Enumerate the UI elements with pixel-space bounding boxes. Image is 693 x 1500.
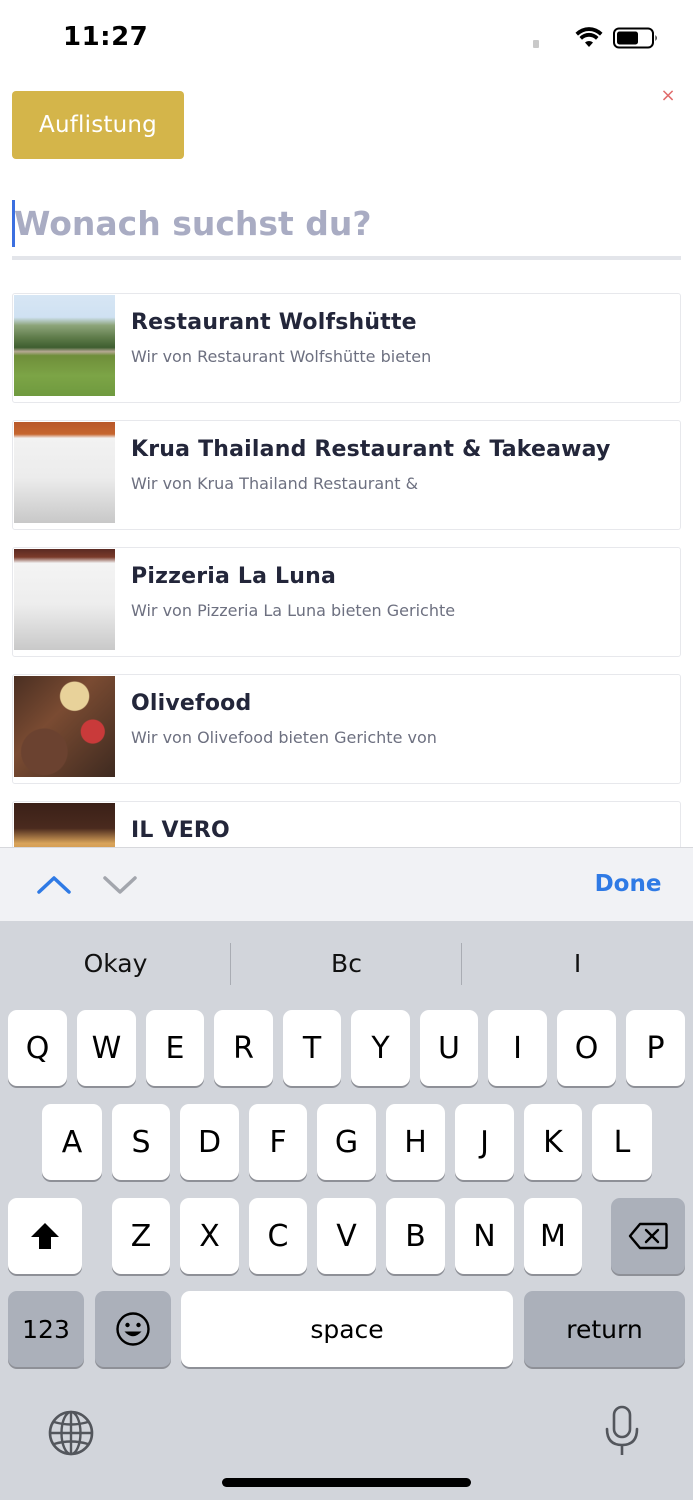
shift-icon — [31, 1223, 59, 1249]
listing-card-pizzeria-la-luna[interactable]: Pizzeria La Luna Wir von Pizzeria La Lun… — [12, 547, 681, 657]
emoji-icon — [116, 1312, 150, 1346]
key-g[interactable]: G — [317, 1104, 376, 1180]
key-y[interactable]: Y — [351, 1010, 410, 1086]
listing-description: Wir von Restaurant Wolfshütte bieten — [131, 347, 432, 366]
listing-card-krua-thailand[interactable]: Krua Thailand Restaurant & Takeaway Wir … — [12, 420, 681, 530]
key-j[interactable]: J — [455, 1104, 514, 1180]
key-k[interactable]: K — [524, 1104, 582, 1180]
suggestion-item[interactable]: I — [462, 921, 693, 1007]
key-p[interactable]: P — [626, 1010, 685, 1086]
listing-card-il-vero[interactable]: IL VERO — [12, 801, 681, 847]
signal-icon — [533, 40, 539, 48]
chevron-down-icon[interactable] — [100, 866, 140, 902]
key-l[interactable]: L — [592, 1104, 652, 1180]
key-i[interactable]: I — [488, 1010, 547, 1086]
listing-title: Krua Thailand Restaurant & Takeaway — [131, 437, 611, 462]
listing-description: Wir von Olivefood bieten Gerichte von — [131, 728, 437, 747]
listing-image — [14, 422, 115, 523]
key-f[interactable]: F — [249, 1104, 307, 1180]
search-field[interactable] — [12, 192, 681, 260]
listing-card-restaurant-wolfshuette[interactable]: Restaurant Wolfshütte Wir von Restaurant… — [12, 293, 681, 403]
home-indicator — [222, 1478, 471, 1487]
listing-list: Restaurant Wolfshütte Wir von Restaurant… — [12, 293, 681, 847]
listing-title: Restaurant Wolfshütte — [131, 310, 417, 335]
key-x[interactable]: X — [180, 1198, 239, 1274]
key-h[interactable]: H — [386, 1104, 445, 1180]
listing-title: Olivefood — [131, 691, 252, 716]
key-n[interactable]: N — [455, 1198, 514, 1274]
listing-title: Pizzeria La Luna — [131, 564, 337, 589]
backspace-icon — [628, 1222, 668, 1250]
key-w[interactable]: W — [77, 1010, 136, 1086]
battery-icon — [613, 27, 657, 49]
key-u[interactable]: U — [420, 1010, 478, 1086]
numbers-key[interactable]: 123 — [8, 1291, 84, 1367]
key-t[interactable]: T — [283, 1010, 341, 1086]
keyboard-accessory-bar: Done — [0, 847, 693, 921]
listing-image — [14, 549, 115, 650]
listing-card-olivefood[interactable]: Olivefood Wir von Olivefood bieten Geric… — [12, 674, 681, 784]
suggestion-item[interactable]: Bc — [231, 921, 462, 1007]
listing-image — [14, 676, 115, 777]
wifi-icon — [575, 27, 603, 47]
listing-title: IL VERO — [131, 818, 230, 843]
key-e[interactable]: E — [146, 1010, 204, 1086]
key-q[interactable]: Q — [8, 1010, 67, 1086]
key-z[interactable]: Z — [112, 1198, 170, 1274]
listing-description: Wir von Krua Thailand Restaurant & — [131, 474, 419, 493]
close-icon[interactable]: × — [658, 84, 678, 108]
text-cursor — [12, 200, 15, 247]
globe-icon[interactable] — [47, 1409, 95, 1457]
chevron-up-icon[interactable] — [34, 866, 74, 902]
search-input[interactable] — [12, 192, 681, 254]
done-button[interactable]: Done — [586, 866, 670, 902]
key-c[interactable]: C — [249, 1198, 307, 1274]
key-b[interactable]: B — [386, 1198, 445, 1274]
listing-image — [14, 295, 115, 396]
status-bar: 11:27 — [0, 0, 693, 76]
return-key[interactable]: return — [524, 1291, 685, 1367]
listing-description: Wir von Pizzeria La Luna bieten Gerichte — [131, 601, 456, 620]
key-v[interactable]: V — [317, 1198, 376, 1274]
key-a[interactable]: A — [42, 1104, 102, 1180]
shift-key[interactable] — [8, 1198, 82, 1274]
key-s[interactable]: S — [112, 1104, 170, 1180]
listing-image — [14, 803, 115, 847]
keyboard: Okay Bc I Q W E R T Y U I O P A S D F G … — [0, 921, 693, 1500]
suggestion-item[interactable]: Okay — [0, 921, 231, 1007]
key-d[interactable]: D — [180, 1104, 239, 1180]
status-time: 11:27 — [63, 22, 149, 52]
emoji-key[interactable] — [95, 1291, 171, 1367]
suggestion-bar: Okay Bc I — [0, 921, 693, 1007]
microphone-icon[interactable] — [603, 1405, 641, 1459]
backspace-key[interactable] — [611, 1198, 685, 1274]
key-m[interactable]: M — [524, 1198, 582, 1274]
space-key[interactable]: space — [181, 1291, 513, 1367]
listing-button[interactable]: Auflistung — [12, 91, 184, 159]
key-o[interactable]: O — [557, 1010, 616, 1086]
key-r[interactable]: R — [214, 1010, 273, 1086]
